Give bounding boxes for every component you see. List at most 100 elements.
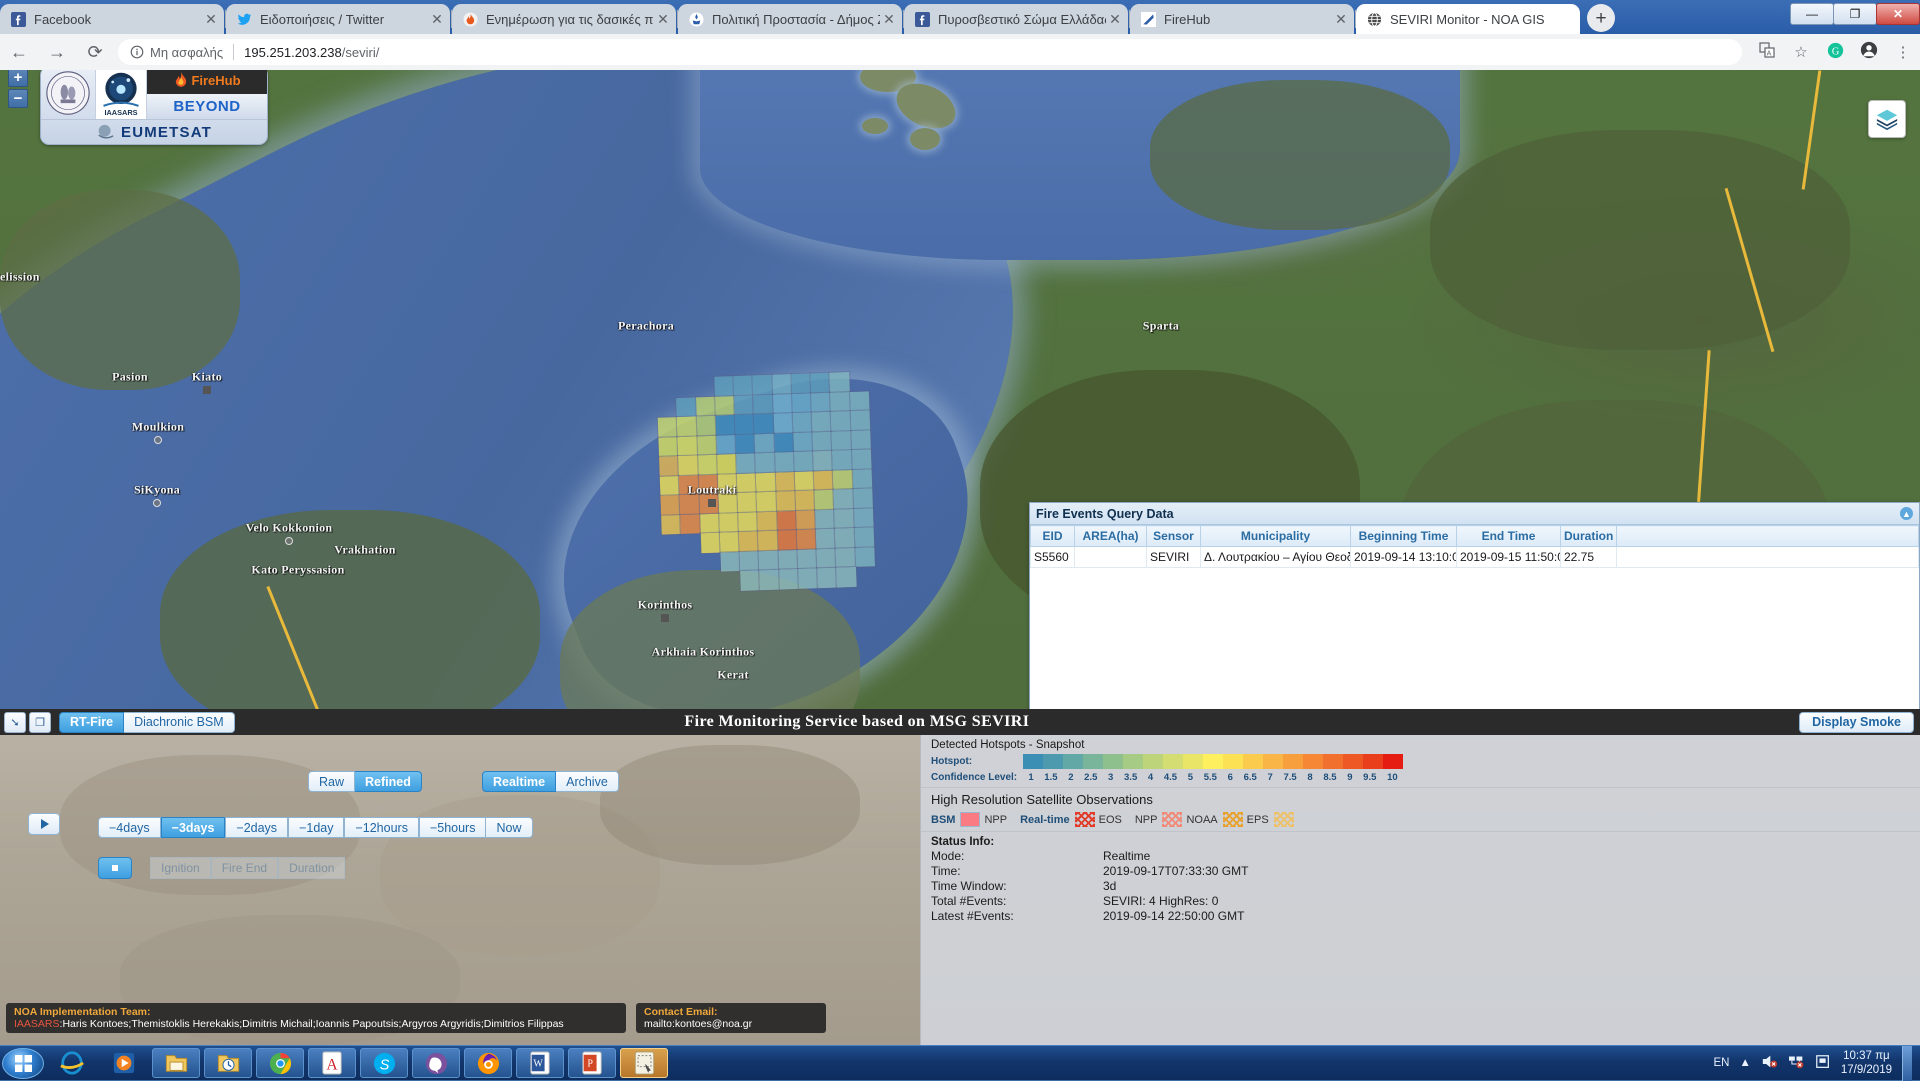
hotspot-cell[interactable] [794, 452, 814, 472]
hotspot-cell[interactable] [755, 453, 775, 473]
hotspot-cell[interactable] [812, 431, 832, 451]
hotspot-cell[interactable] [753, 375, 773, 395]
hotspot-cell[interactable] [811, 392, 831, 412]
browser-tab[interactable]: Ειδοποιήσεις / Twitter✕ [226, 4, 450, 34]
hotspot-cell[interactable] [662, 554, 682, 574]
hotspot-cell[interactable] [682, 553, 702, 573]
taskbar-clock[interactable]: 10:37 πμ 17/9/2019 [1841, 1049, 1892, 1077]
hotspot-cell[interactable] [733, 375, 753, 395]
control-button[interactable]: Archive [556, 771, 619, 792]
hotspot-cell[interactable] [700, 533, 720, 553]
pointer-icon[interactable]: ➘ [4, 712, 26, 733]
hotspot-cell[interactable] [817, 568, 837, 588]
browser-tab[interactable]: Πυροσβεστικό Σώμα Ελλάδας - Η✕ [904, 4, 1128, 34]
hotspot-cell[interactable] [814, 470, 834, 490]
hotspot-cell[interactable] [854, 528, 874, 548]
chevron-up-icon[interactable]: ▲ [1739, 1057, 1750, 1069]
hotspot-cell[interactable] [695, 377, 715, 397]
hotspot-cell[interactable] [774, 433, 794, 453]
hotspot-cell[interactable] [678, 456, 698, 476]
hotspot-cell[interactable] [677, 416, 697, 436]
language-indicator[interactable]: EN [1713, 1057, 1729, 1069]
grammarly-icon[interactable]: G [1818, 42, 1852, 63]
hotspot-cell[interactable] [830, 392, 850, 412]
control-button[interactable]: −3days [161, 817, 226, 838]
control-button[interactable]: −12hours [344, 817, 418, 838]
realtime-archive-group[interactable]: RealtimeArchive [482, 771, 619, 792]
hotspot-cell[interactable] [736, 454, 756, 474]
hotspot-cell[interactable] [759, 570, 779, 590]
hotspot-cell[interactable] [702, 572, 722, 592]
column-header[interactable]: End Time [1457, 526, 1561, 547]
play-button[interactable] [28, 813, 60, 835]
hotspot-cell[interactable] [773, 413, 793, 433]
acrobat-reader-icon[interactable]: A [308, 1048, 356, 1078]
hotspot-cell[interactable] [810, 373, 830, 393]
control-button[interactable]: Refined [355, 771, 422, 792]
table-row[interactable]: S5560SEVIRIΔ. Λουτρακίου – Αγίου Θεοδώ20… [1031, 547, 1919, 568]
menu-kebab-icon[interactable]: ⋮ [1886, 43, 1920, 61]
hotspot-cell[interactable] [793, 412, 813, 432]
hotspot-cell[interactable] [715, 415, 735, 435]
hotspot-cell[interactable] [735, 414, 755, 434]
firehub-logo[interactable]: FireHub [147, 70, 267, 94]
hotspot-cell[interactable] [832, 450, 852, 470]
column-header[interactable]: Sensor [1147, 526, 1201, 547]
layers-icon[interactable] [1868, 100, 1906, 138]
hotspot-cell[interactable] [700, 513, 720, 533]
hotspot-cell[interactable] [678, 436, 698, 456]
hotspot-cell[interactable] [734, 395, 754, 415]
hotspot-cell[interactable] [775, 452, 795, 472]
control-button[interactable]: −4days [98, 817, 161, 838]
firefox-icon[interactable] [464, 1048, 512, 1078]
app-mode-tabs[interactable]: RT-FireDiachronic BSM [59, 712, 235, 733]
hotspot-cell[interactable] [830, 372, 850, 392]
forward-button[interactable]: → [38, 42, 76, 63]
hotspot-cell[interactable] [753, 394, 773, 414]
table-rows[interactable]: S5560SEVIRIΔ. Λουτρακίου – Αγίου Θεοδώ20… [1031, 547, 1919, 568]
address-bar[interactable]: Μη ασφαλής 195.251.203.238 /seviri/ [118, 39, 1742, 65]
hotspot-cell[interactable] [849, 371, 869, 391]
hotspot-cell[interactable] [755, 433, 775, 453]
hotspot-cell[interactable] [735, 434, 755, 454]
hotspot-cell[interactable] [739, 532, 759, 552]
hotspot-cell[interactable] [716, 435, 736, 455]
hotspot-cell[interactable] [850, 391, 870, 411]
hotspot-cell[interactable] [717, 454, 737, 474]
hotspot-cell[interactable] [758, 531, 778, 551]
hotspot-cell[interactable] [813, 451, 833, 471]
column-header[interactable]: Duration [1561, 526, 1617, 547]
chrome-icon[interactable] [256, 1048, 304, 1078]
hotspot-cell[interactable] [720, 532, 740, 552]
hotspot-cell[interactable] [814, 490, 834, 510]
hotspot-cell[interactable] [715, 396, 735, 416]
hotspot-cell[interactable] [835, 528, 855, 548]
hotspot-cell[interactable] [773, 394, 793, 414]
hotspot-cell[interactable] [817, 549, 837, 569]
hotspot-cell[interactable] [676, 377, 696, 397]
hotspot-cell[interactable] [791, 373, 811, 393]
hotspot-cell[interactable] [660, 476, 680, 496]
media-player-icon[interactable] [100, 1048, 148, 1078]
hotspot-cell[interactable] [777, 511, 797, 531]
fire-phase-group[interactable]: IgnitionFire EndDuration [98, 857, 345, 879]
hotspot-cell[interactable] [697, 435, 717, 455]
hotspot-cell[interactable] [836, 548, 856, 568]
back-button[interactable]: ← [0, 42, 38, 63]
hotspot-cell[interactable] [757, 492, 777, 512]
network-error-icon[interactable] [1788, 1054, 1805, 1072]
column-header[interactable]: AREA(ha) [1075, 526, 1147, 547]
hotspot-cell[interactable] [701, 553, 721, 573]
hotspot-cell[interactable] [738, 512, 758, 532]
skype-icon[interactable]: S [360, 1048, 408, 1078]
control-button[interactable]: −5hours [419, 817, 487, 838]
hotspot-cell[interactable] [836, 567, 856, 587]
hotspot-cell[interactable] [856, 567, 876, 587]
hotspot-cell[interactable] [661, 515, 681, 535]
hotspot-cell[interactable] [816, 529, 836, 549]
column-header[interactable]: EID [1031, 526, 1075, 547]
hotspot-cell[interactable] [682, 573, 702, 593]
internet-explorer-icon[interactable] [48, 1048, 96, 1078]
close-tab-button[interactable]: ✕ [1332, 11, 1350, 28]
display-smoke-button[interactable]: Display Smoke [1799, 712, 1914, 733]
